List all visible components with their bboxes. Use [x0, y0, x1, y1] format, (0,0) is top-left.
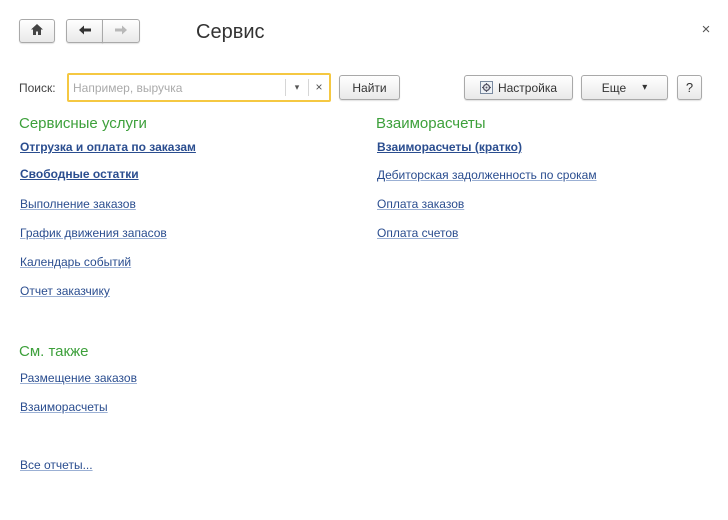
link-free-stock[interactable]: Свободные остатки	[20, 167, 139, 181]
find-button-label: Найти	[352, 80, 387, 95]
link-event-calendar[interactable]: Календарь событий	[20, 255, 131, 269]
arrow-left-icon	[78, 24, 92, 38]
link-all-reports[interactable]: Все отчеты...	[20, 458, 93, 472]
home-button[interactable]	[19, 19, 55, 43]
dropdown-arrow-icon[interactable]: ▾	[287, 78, 307, 97]
link-order-fulfillment[interactable]: Выполнение заказов	[20, 197, 136, 211]
section-title-settlements: Взаиморасчеты	[376, 115, 486, 132]
section-title-service: Сервисные услуги	[19, 115, 147, 132]
link-order-payments[interactable]: Оплата заказов	[377, 197, 464, 211]
more-button[interactable]: Еще ▾	[581, 75, 668, 100]
link-settlements-brief[interactable]: Взаиморасчеты (кратко)	[377, 140, 522, 154]
more-button-label: Еще	[601, 80, 627, 95]
home-icon	[30, 23, 44, 39]
link-customer-report[interactable]: Отчет заказчику	[20, 284, 110, 298]
close-icon[interactable]: ×	[699, 22, 713, 38]
link-shipment-payment-orders[interactable]: Отгрузка и оплата по заказам	[20, 140, 196, 154]
link-receivables-by-term[interactable]: Дебиторская задолженность по срокам	[377, 168, 597, 182]
link-order-placement[interactable]: Размещение заказов	[20, 371, 137, 385]
chevron-down-icon: ▾	[642, 82, 648, 93]
find-button[interactable]: Найти	[339, 75, 400, 100]
help-button[interactable]: ?	[677, 75, 702, 100]
help-button-label: ?	[685, 80, 694, 95]
back-button[interactable]	[66, 19, 103, 43]
page-title: Сервис	[196, 21, 265, 43]
settings-button-label: Настройка	[497, 80, 558, 95]
settings-icon	[479, 81, 493, 94]
clear-icon[interactable]: ×	[310, 78, 328, 97]
arrow-right-icon	[114, 24, 128, 38]
forward-button[interactable]	[102, 19, 140, 43]
search-field: ▾ ×	[67, 73, 331, 102]
settings-button[interactable]: Настройка	[464, 75, 573, 100]
search-input[interactable]	[73, 78, 285, 97]
search-divider	[285, 79, 286, 96]
section-title-see-also: См. также	[19, 343, 89, 360]
link-inventory-movement-chart[interactable]: График движения запасов	[20, 226, 167, 240]
search-label: Поиск:	[19, 81, 56, 95]
link-invoice-payments[interactable]: Оплата счетов	[377, 226, 458, 240]
link-settlements[interactable]: Взаиморасчеты	[20, 400, 108, 414]
search-divider	[308, 79, 309, 96]
